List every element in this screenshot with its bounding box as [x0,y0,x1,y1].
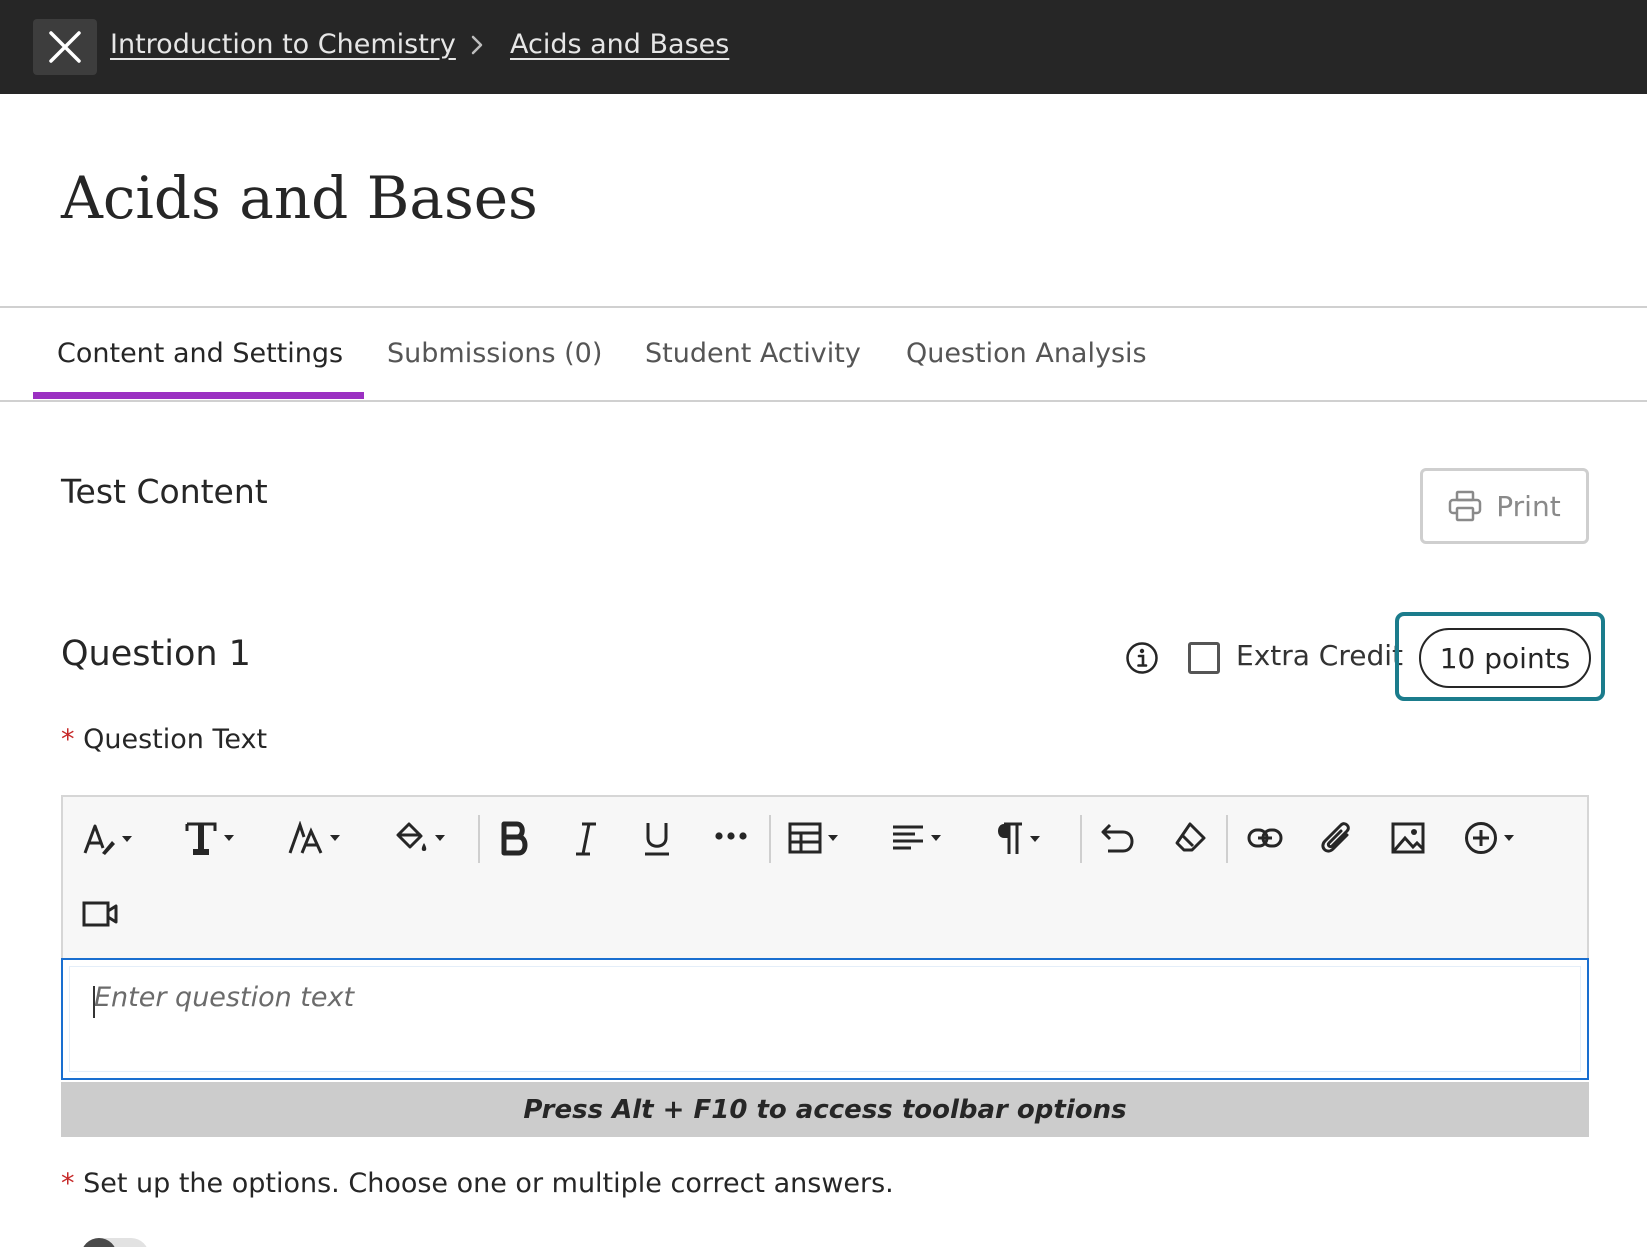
question-title: Question 1 [61,634,251,674]
font-family-icon [185,822,217,855]
italic-button[interactable] [573,821,599,857]
insert-content-dropdown[interactable] [1464,821,1514,855]
underline-icon [645,823,669,856]
extra-credit-label: Extra Credit [1236,639,1404,672]
text-style-dropdown[interactable] [82,821,132,857]
attach-file-button[interactable] [1319,821,1353,857]
more-icon [715,832,747,840]
info-icon[interactable] [1125,641,1159,675]
chevron-right-icon [471,35,483,55]
option-toggle[interactable] [81,1238,149,1247]
section-title: Test Content [61,472,268,511]
caret-icon [435,835,445,841]
caret-icon [224,835,234,841]
bold-icon [501,821,528,856]
table-dropdown[interactable] [788,821,838,855]
toolbar-separator [1080,815,1082,863]
table-icon [788,822,822,854]
highlight-color-icon [396,822,427,851]
caret-icon [330,835,340,841]
caret-icon [1030,836,1040,842]
font-size-icon [288,821,323,854]
undo-icon [1101,823,1134,853]
clear-format-button[interactable] [1173,821,1207,855]
toolbar-separator [1226,815,1228,863]
active-tab-indicator [33,392,364,399]
bold-button[interactable] [498,821,532,857]
extra-credit-checkbox[interactable] [1188,642,1220,674]
tab-student-activity[interactable]: Student Activity [645,338,861,369]
font-size-dropdown[interactable] [288,821,340,855]
options-label-text: Set up the options. Choose one or multip… [83,1168,894,1199]
font-family-dropdown[interactable] [184,821,234,855]
breadcrumb-course-link[interactable]: Introduction to Chemistry [110,29,456,60]
caret-icon [122,836,132,842]
options-label: * Set up the options. Choose one or mult… [61,1168,894,1199]
video-icon [82,901,118,927]
text-style-icon [83,824,115,855]
breadcrumb-item-link[interactable]: Acids and Bases [510,29,729,60]
tab-bar: Content and Settings Submissions (0) Stu… [0,310,1647,402]
insert-content-icon [1465,822,1497,854]
italic-icon [576,822,596,856]
insert-image-button[interactable] [1391,821,1425,855]
tab-content-and-settings[interactable]: Content and Settings [57,338,343,369]
paragraph-icon [998,822,1022,854]
editor-hint-bar: Press Alt + F10 to access toolbar option… [61,1082,1589,1137]
close-button[interactable] [33,19,97,75]
insert-video-button[interactable] [82,899,118,929]
caret-icon [1504,835,1514,841]
print-button[interactable]: Print [1420,468,1589,544]
paragraph-dropdown[interactable] [996,821,1040,857]
tab-submissions[interactable]: Submissions (0) [387,338,602,369]
required-marker: * [61,724,75,755]
caret-icon [828,835,838,841]
question-text-label-text: Question Text [83,724,268,755]
page-title: Acids and Bases [61,164,538,232]
align-icon [893,825,923,850]
question-text-label: * Question Text [61,724,267,755]
highlight-color-dropdown[interactable] [393,821,445,855]
clear-format-icon [1175,822,1206,852]
top-bar: Introduction to Chemistry Acids and Base… [0,0,1647,94]
main-content: Test Content Print Question 1 Extra Cred… [0,402,1647,1247]
toolbar-separator [769,815,771,863]
printer-icon [1449,490,1482,522]
more-options-button[interactable] [714,831,748,841]
tab-question-analysis[interactable]: Question Analysis [906,338,1147,369]
undo-button[interactable] [1100,821,1136,855]
link-icon [1247,828,1283,848]
points-button[interactable]: 10 points [1419,628,1591,688]
underline-button[interactable] [643,821,671,857]
page-header: Acids and Bases [0,94,1647,308]
image-icon [1391,822,1425,854]
required-marker: * [61,1168,75,1199]
attach-icon [1321,822,1350,853]
close-icon [49,31,81,63]
print-label: Print [1496,489,1561,523]
question-text-editor[interactable]: Enter question text [61,958,1589,1080]
align-dropdown[interactable] [891,821,941,855]
insert-link-button[interactable] [1247,821,1283,855]
toolbar-separator [478,815,480,863]
toggle-knob [81,1238,117,1247]
caret-icon [931,835,941,841]
editor-placeholder: Enter question text [94,982,355,1013]
